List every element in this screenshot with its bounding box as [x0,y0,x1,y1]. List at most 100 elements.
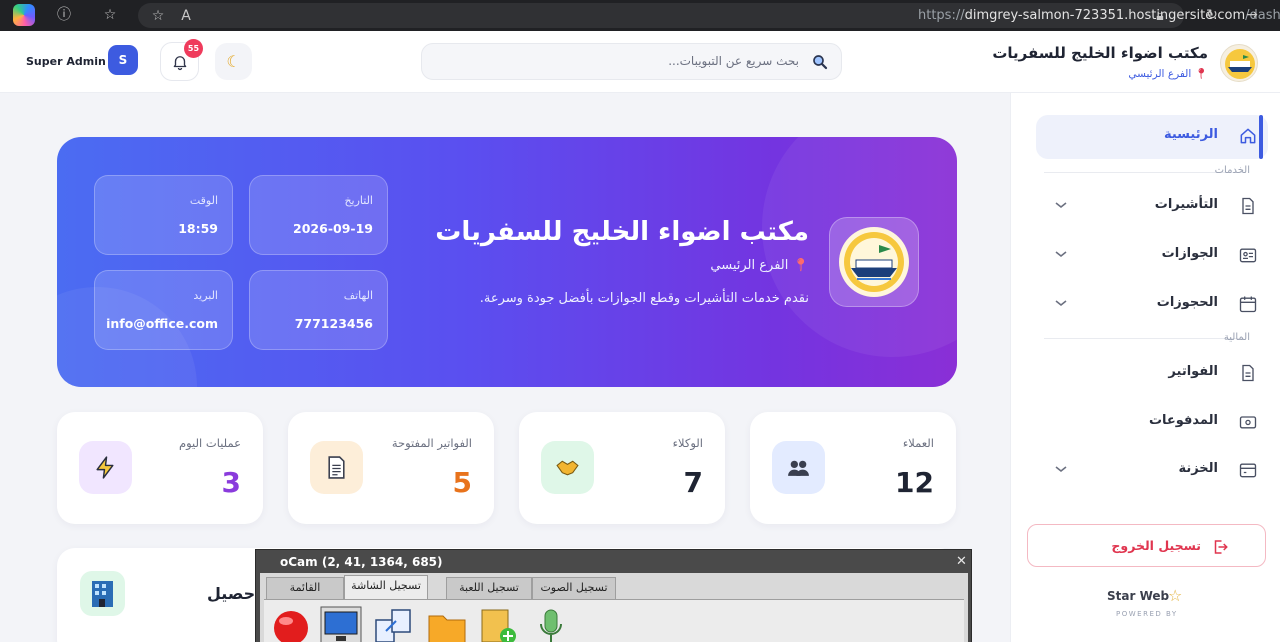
hero-branch-label: الفرع الرئيسي [710,258,789,273]
sidebar-item-visas[interactable]: التأشيرات [1036,187,1268,227]
favorites-icon[interactable]: ☆ [100,5,120,25]
sidebar-item-passports[interactable]: الجوازات [1036,236,1268,276]
info-value: info@office.com [106,316,218,331]
star-icon[interactable]: ☆ [148,6,168,26]
hero-description: نقدم خدمات التأشيرات وقطع الجوازات بأفضل… [479,291,809,306]
monitor-icon[interactable] [320,606,362,642]
hero-branch: 📍︎ الفرع الرئيسي [710,258,809,273]
hero-logo [829,217,919,307]
sidebar-item-home-content[interactable]: الرئيسية [1036,117,1268,157]
calendar-icon [1239,296,1257,313]
ocam-title: oCam (2, 41, 1364, 685) [280,555,443,569]
tab-menu[interactable]: القائمة [266,577,344,599]
refresh-icon[interactable]: ↻ [1202,5,1222,25]
hero-title: مكتب اضواء الخليج للسفريات [435,217,809,247]
app-header: Super Admin S 55 ☾ بحث سريع عن التبويبات… [0,31,1280,93]
info-label: الهاتف [343,289,373,302]
codec-icon[interactable] [478,606,520,642]
ocam-toolbar [264,599,964,642]
tab-game-recording[interactable]: تسجيل اللعبة [446,577,532,599]
chevron-down-icon[interactable] [1054,200,1068,210]
stat-label: عمليات اليوم [178,436,241,450]
lock-icon[interactable]: 🔒︎ [1150,6,1170,26]
stat-label: الوكلاء [672,436,703,450]
sidebar-item-bookings[interactable]: الحجوزات [1036,285,1268,325]
resize-icon[interactable] [372,606,414,642]
close-icon[interactable]: ✕ [956,554,967,569]
admin-name[interactable]: Super Admin [26,55,106,68]
collection-title: حصيل [207,584,256,603]
ocam-body: تسجيل الصوت تسجيل اللعبة تسجيل الشاشة ال… [260,573,968,642]
record-icon[interactable] [270,606,312,642]
sidebar-item-treasury[interactable]: الخزنة [1036,451,1268,491]
chevron-down-icon[interactable] [1054,464,1068,474]
address-bar[interactable]: ☆ A https://dimgrey-salmon-723351.hostin… [138,3,1280,28]
sidebar: الرئيسية الخدمات التأشيرات الجوازات الحج… [1010,93,1280,642]
url-prefix: https:// [918,8,965,23]
lightning-icon [79,441,132,494]
brand-logo[interactable] [1220,44,1258,82]
info-card-date: التاريخ 2026-09-19 [249,175,388,255]
sidebar-item-label: المدفوعات [1148,413,1218,428]
browser-toolbar: ⓘ ☆ ☆ A https://dimgrey-salmon-723351.ho… [0,0,1280,31]
copilot-icon[interactable] [13,4,35,26]
theme-toggle-button[interactable]: ☾ [215,43,252,80]
document-icon [1242,197,1254,215]
info-label: البريد [193,289,218,302]
stat-value: 3 [221,466,241,499]
users-icon [772,441,825,494]
microphone-icon[interactable] [530,606,572,642]
stat-card-open-invoices[interactable]: الفواتير المفتوحة 5 [288,412,494,524]
sidebar-item-invoices[interactable]: الفواتير [1036,354,1268,394]
tab-audio-recording[interactable]: تسجيل الصوت [532,577,616,599]
star-icon: ☆ [1168,586,1183,605]
folder-icon[interactable] [426,606,468,642]
divider [1044,338,1244,339]
sidebar-item-payments[interactable]: المدفوعات [1036,403,1268,443]
safe-icon [1239,463,1257,478]
stat-value: 7 [683,466,703,499]
ocam-window[interactable]: oCam (2, 41, 1364, 685) ✕ تسجيل الصوت تس… [255,549,972,642]
moon-icon: ☾ [226,52,241,71]
sidebar-item-label: التأشيرات [1154,197,1218,212]
extension-icon[interactable]: ⓘ [54,5,74,25]
home-icon [1240,128,1256,144]
cash-icon [1239,416,1257,429]
sidebar-item-label: الحجوزات [1156,295,1218,310]
search-placeholder: بحث سريع عن التبويبات... [668,54,799,68]
info-card-email: البريد info@office.com [94,270,233,350]
sidebar-item-label: الخزنة [1178,461,1218,476]
pin-icon: 📍︎ [1194,68,1208,80]
stat-value: 5 [452,466,472,499]
sidebar-item-label: الجوازات [1161,246,1218,261]
sidebar-item-label: الفواتير [1168,364,1218,379]
chevron-down-icon[interactable] [1054,249,1068,259]
avatar[interactable]: S [108,45,138,75]
stat-card-today-operations[interactable]: عمليات اليوم 3 [57,412,263,524]
tab-screen-recording[interactable]: تسجيل الشاشة [344,575,428,599]
stat-label: الفواتير المفتوحة [391,436,472,450]
footer-brand: Star Web [1107,589,1170,603]
info-label: التاريخ [344,194,373,207]
stat-label: العملاء [902,436,934,450]
stat-card-agents[interactable]: الوكلاء 7 [519,412,725,524]
ship-logo-icon [1225,49,1255,79]
pin-icon: 📍︎ [792,258,809,273]
url-text[interactable]: https://dimgrey-salmon-723351.hostingers… [918,8,1280,23]
info-value: 2026-09-19 [293,221,373,236]
search-icon [813,55,828,70]
stat-card-clients[interactable]: العملاء 12 [750,412,956,524]
forward-icon[interactable]: → [1242,5,1262,25]
logout-label: تسجيل الخروج [1111,538,1201,553]
invoice-icon [1242,364,1254,382]
chevron-down-icon[interactable] [1054,298,1068,308]
read-aloud-icon[interactable]: A [176,6,196,26]
info-card-phone: الهاتف 777123456 [249,270,388,350]
stat-value: 12 [895,466,934,499]
sidebar-item-label: الرئيسية [1163,127,1218,142]
handshake-icon [541,441,594,494]
search-input[interactable]: بحث سريع عن التبويبات... [421,43,842,80]
logout-button[interactable]: تسجيل الخروج [1027,524,1266,567]
footer-powered: POWERED BY [1116,610,1178,618]
info-card-time: الوقت 18:59 [94,175,233,255]
